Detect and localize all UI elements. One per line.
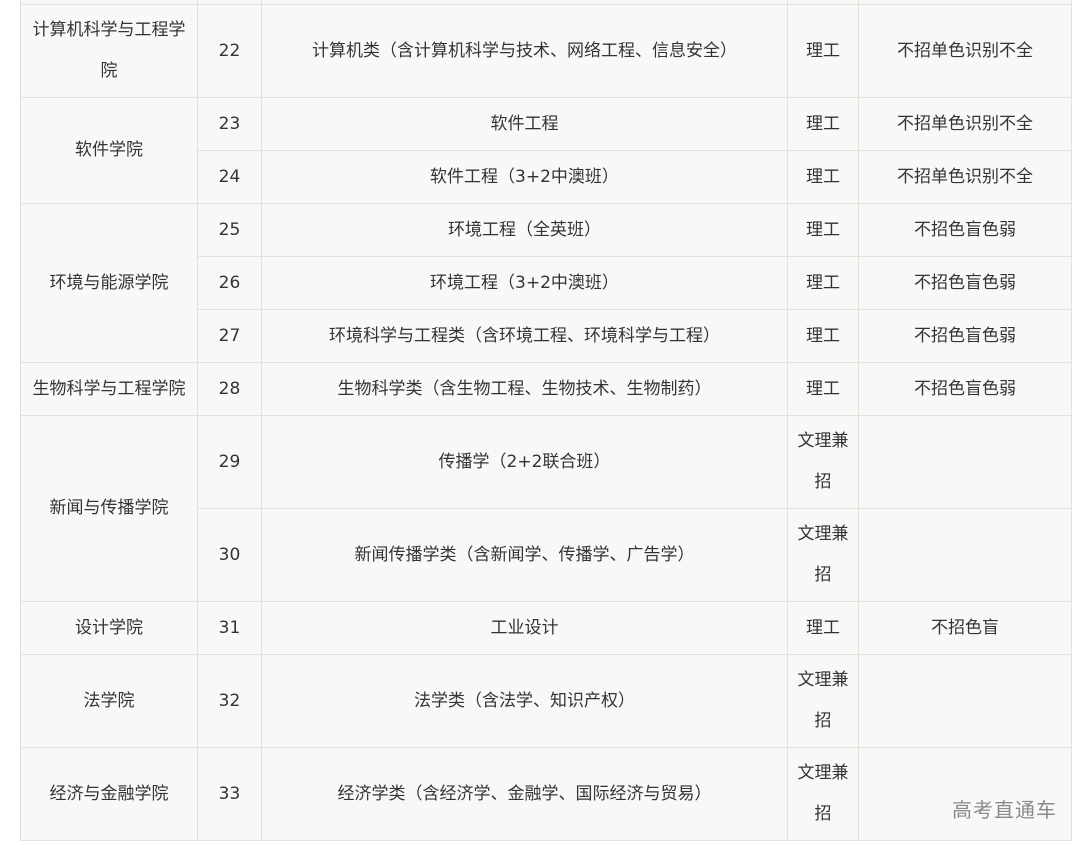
major-cell: 工业设计 bbox=[261, 601, 788, 655]
college-cell: 新闻与传播学院 bbox=[20, 415, 198, 602]
number-cell: 28 bbox=[197, 362, 262, 416]
category-cell: 理工 bbox=[787, 362, 859, 416]
restriction-cell bbox=[858, 415, 1072, 509]
number-cell: 26 bbox=[197, 256, 262, 310]
major-cell: 法学类（含法学、知识产权） bbox=[261, 654, 788, 748]
number-cell: 22 bbox=[197, 4, 262, 98]
table-row: 环境与能源学院 25 环境工程（全英班） 理工 不招色盲色弱 bbox=[20, 203, 1072, 363]
category-cell: 文理兼招 bbox=[787, 415, 859, 509]
number-cell: 29 bbox=[197, 415, 262, 509]
number-cell: 32 bbox=[197, 654, 262, 748]
restriction-cell: 不招单色识别不全 bbox=[858, 97, 1072, 151]
number-cell: 33 bbox=[197, 747, 262, 841]
major-cell: 环境工程（3+2中澳班） bbox=[261, 256, 788, 310]
major-cell: 经济学类（含经济学、金融学、国际经济与贸易） bbox=[261, 747, 788, 841]
table-row: 法学院 32 法学类（含法学、知识产权） 文理兼招 bbox=[20, 654, 1072, 748]
college-cell: 生物科学与工程学院 bbox=[20, 362, 198, 416]
category-cell: 理工 bbox=[787, 150, 859, 204]
category-cell: 理工 bbox=[787, 4, 859, 98]
number-cell: 25 bbox=[197, 203, 262, 257]
number-cell: 31 bbox=[197, 601, 262, 655]
table-row: 新闻与传播学院 29 传播学（2+2联合班） 文理兼招 bbox=[20, 415, 1072, 602]
college-cell: 环境与能源学院 bbox=[20, 203, 198, 363]
table-row: 软件学院 23 软件工程 理工 不招单色识别不全 bbox=[20, 97, 1072, 204]
college-cell: 法学院 bbox=[20, 654, 198, 748]
category-cell: 文理兼招 bbox=[787, 508, 859, 602]
restriction-cell: 不招色盲 bbox=[858, 601, 1072, 655]
major-cell: 软件工程（3+2中澳班） bbox=[261, 150, 788, 204]
category-cell: 理工 bbox=[787, 601, 859, 655]
category-cell: 理工 bbox=[787, 97, 859, 151]
category-cell: 理工 bbox=[787, 256, 859, 310]
restriction-cell bbox=[858, 654, 1072, 748]
category-cell: 理工 bbox=[787, 203, 859, 257]
table-row: 经济与金融学院 33 经济学类（含经济学、金融学、国际经济与贸易） 文理兼招 bbox=[20, 747, 1072, 841]
college-cell: 计算机科学与工程学院 bbox=[20, 4, 198, 98]
table-row: 设计学院 31 工业设计 理工 不招色盲 bbox=[20, 601, 1072, 655]
major-cell: 环境工程（全英班） bbox=[261, 203, 788, 257]
major-cell: 环境科学与工程类（含环境工程、环境科学与工程） bbox=[261, 309, 788, 363]
number-cell: 23 bbox=[197, 97, 262, 151]
table-row: 计算机科学与工程学院 22 计算机类（含计算机科学与技术、网络工程、信息安全） … bbox=[20, 4, 1072, 98]
table-row: 生物科学与工程学院 28 生物科学类（含生物工程、生物技术、生物制药） 理工 不… bbox=[20, 362, 1072, 416]
major-cell: 软件工程 bbox=[261, 97, 788, 151]
restriction-cell: 不招单色识别不全 bbox=[858, 4, 1072, 98]
major-cell: 计算机类（含计算机科学与技术、网络工程、信息安全） bbox=[261, 4, 788, 98]
restriction-cell: 不招单色识别不全 bbox=[858, 150, 1072, 204]
category-cell: 文理兼招 bbox=[787, 747, 859, 841]
restriction-cell: 不招色盲色弱 bbox=[858, 256, 1072, 310]
college-cell: 经济与金融学院 bbox=[20, 747, 198, 841]
category-cell: 理工 bbox=[787, 309, 859, 363]
restriction-cell: 不招色盲色弱 bbox=[858, 203, 1072, 257]
major-cell: 新闻传播学类（含新闻学、传播学、广告学） bbox=[261, 508, 788, 602]
number-cell: 30 bbox=[197, 508, 262, 602]
major-cell: 传播学（2+2联合班） bbox=[261, 415, 788, 509]
category-cell: 文理兼招 bbox=[787, 654, 859, 748]
admission-table: 计算机科学与工程学院 22 计算机类（含计算机科学与技术、网络工程、信息安全） … bbox=[20, 0, 1072, 841]
number-cell: 27 bbox=[197, 309, 262, 363]
restriction-cell bbox=[858, 508, 1072, 602]
watermark: 高考直通车 bbox=[952, 798, 1057, 822]
college-cell: 设计学院 bbox=[20, 601, 198, 655]
number-cell: 24 bbox=[197, 150, 262, 204]
restriction-cell: 不招色盲色弱 bbox=[858, 309, 1072, 363]
restriction-cell: 不招色盲色弱 bbox=[858, 362, 1072, 416]
college-cell: 软件学院 bbox=[20, 97, 198, 204]
major-cell: 生物科学类（含生物工程、生物技术、生物制药） bbox=[261, 362, 788, 416]
